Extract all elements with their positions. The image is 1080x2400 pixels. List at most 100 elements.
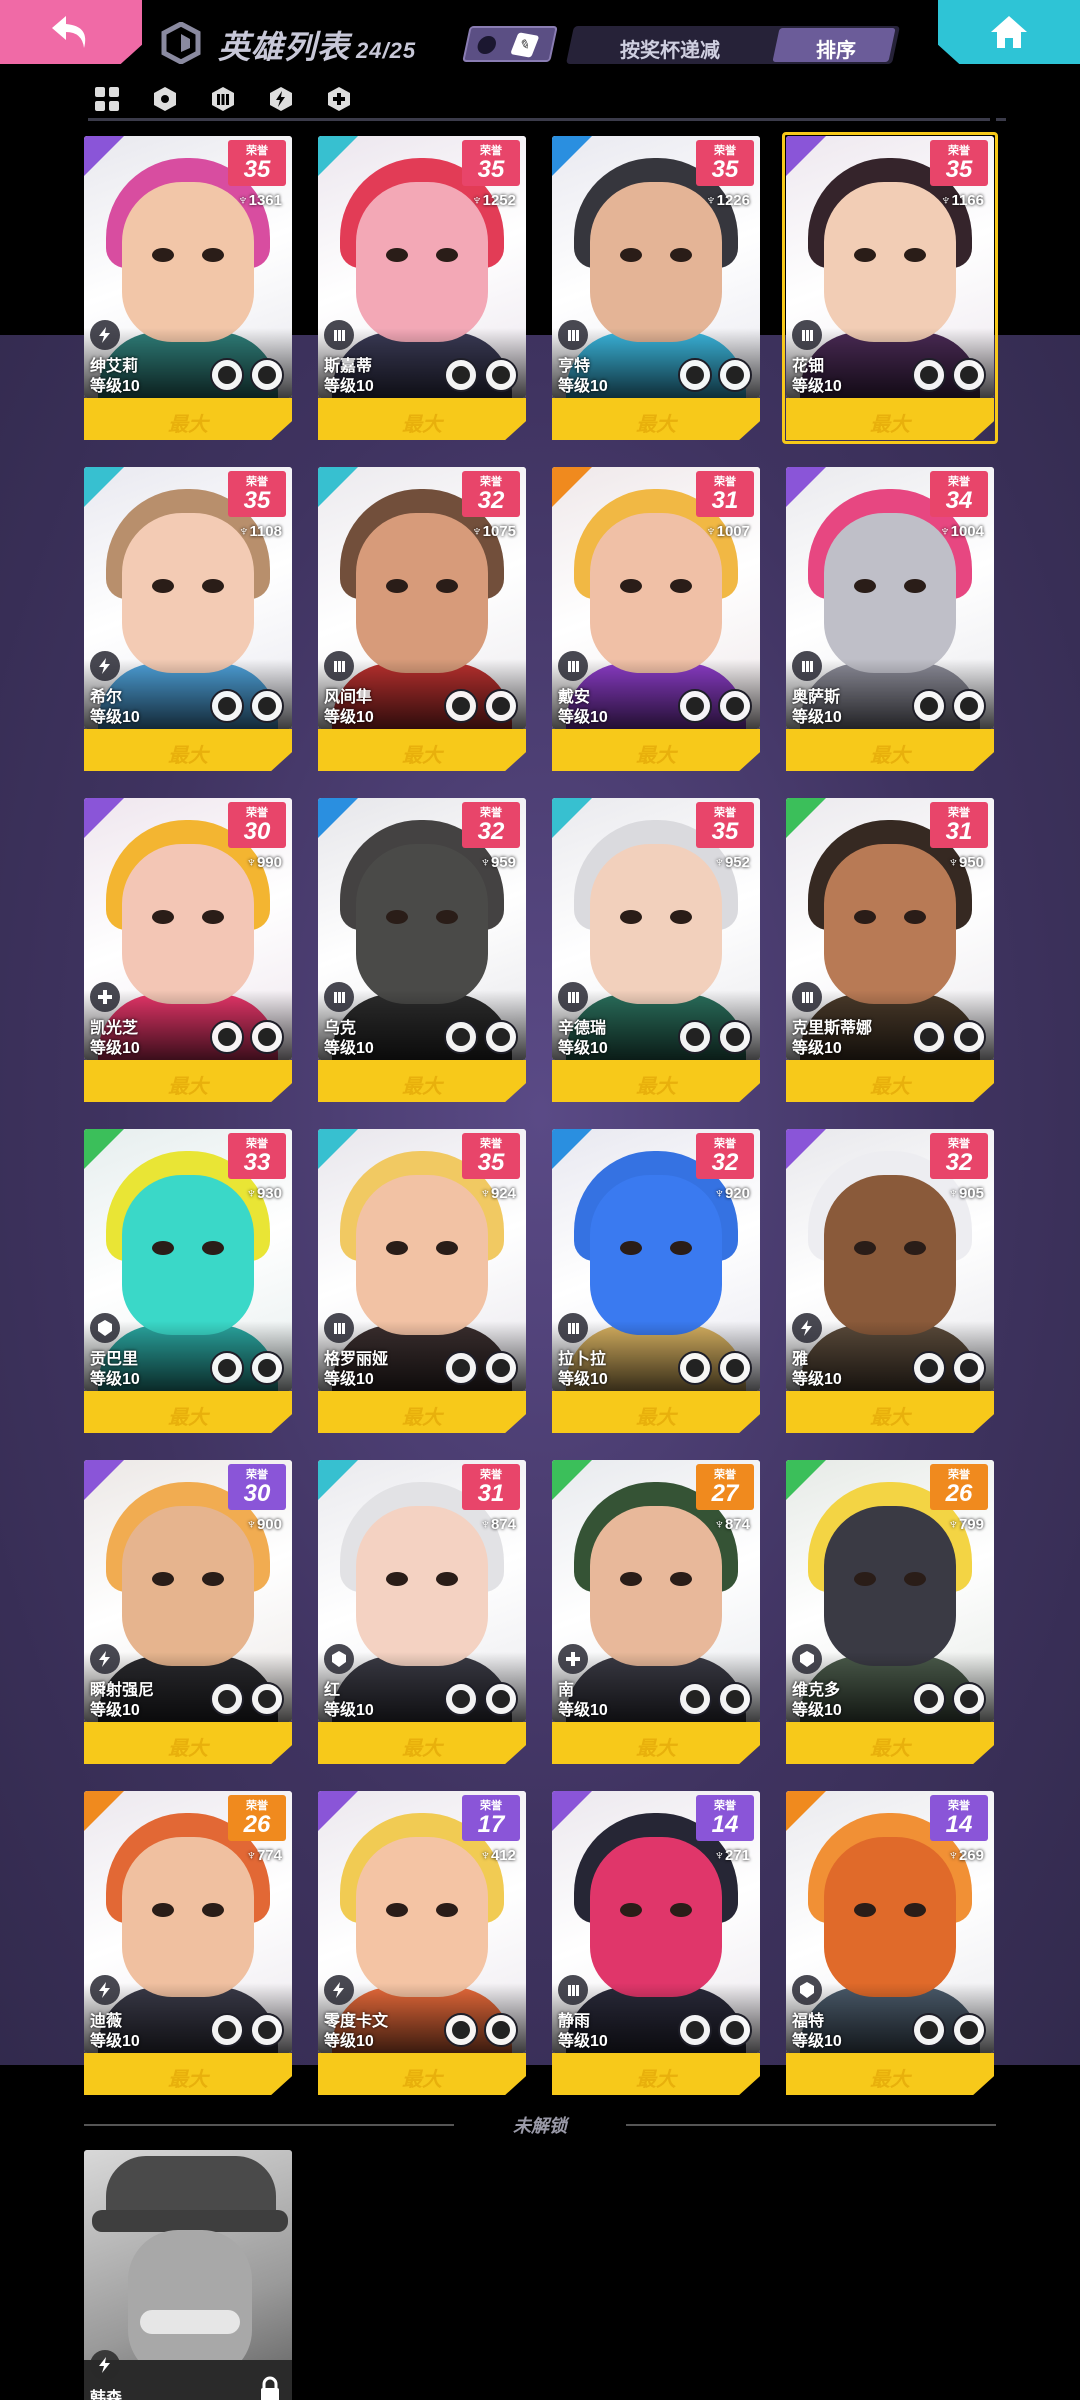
trophy-value: 930 [256,1185,282,1202]
hero-card[interactable]: 荣誉 35 ♆1361 绅艾莉 等级10 最大 [84,136,292,440]
home-button[interactable] [938,0,1080,64]
tab-defender[interactable] [146,80,184,118]
max-level-bar: 最大 [84,2053,292,2095]
hero-card[interactable]: 荣誉 35 ♆1226 亨特 等级10 最大 [552,136,760,440]
skill-icon [718,2013,752,2047]
bolt-icon [99,1651,110,1667]
trophy-count: ♆1004 [939,523,984,540]
max-level-label: 最大 [402,2069,442,2091]
lock-icon [261,2376,279,2400]
hero-class-icon [792,1975,822,2005]
bolt-icon [270,87,292,111]
hero-card[interactable]: 荣誉 32 ♆920 拉卜拉 等级10 最大 [552,1129,760,1433]
rank-badge: 荣誉 14 [696,1795,754,1841]
hero-card[interactable]: 荣誉 34 ♆1004 奥萨斯 等级10 最大 [786,467,994,771]
trophy-count: ♆1007 [705,523,750,540]
skill-icon [718,358,752,392]
hero-portrait: 荣誉 14 ♆271 静雨 等级10 [552,1791,760,2053]
hero-card[interactable]: 荣誉 31 ♆950 克里斯蒂娜 等级10 最大 [786,798,994,1102]
back-button[interactable] [0,0,142,64]
trophy-count: ♆905 [947,1185,984,1202]
hero-card[interactable]: 荣誉 35 ♆924 格罗丽娅 等级10 最大 [318,1129,526,1433]
hero-portrait: 荣誉 35 ♆1166 花钿 等级10 [786,136,994,398]
rank-value: 34 [945,487,973,514]
trophy-count: ♆952 [713,854,750,871]
hero-class-icon [90,651,120,681]
hero-card[interactable]: 荣誉 27 ♆874 南等级10 最大 [552,1460,760,1764]
trophy-value: 920 [724,1185,750,1202]
page-title: 英雄列表 24/25 [218,22,416,68]
rank-badge: 荣誉 32 [462,471,520,517]
locked-class-icon [90,2350,120,2380]
hero-card[interactable]: 荣誉 33 ♆930 贡巴里 等级10 最大 [84,1129,292,1433]
hero-card[interactable]: 荣誉 32 ♆1075 风间隼 等级10 最大 [318,467,526,771]
tab-damage[interactable] [262,80,300,118]
max-level-label: 最大 [402,1076,442,1098]
hero-card[interactable]: 荣誉 30 ♆990 凯光芝 等级10 最大 [84,798,292,1102]
skill-icon [210,1020,244,1054]
hero-card[interactable]: 荣誉 26 ♆799 维克多 等级10 最大 [786,1460,994,1764]
hero-card[interactable]: 荣誉 35 ♆952 辛德瑞 等级10 最大 [552,798,760,1102]
hero-card[interactable]: 荣誉 35 ♆1108 希尔 等级10 最大 [84,467,292,771]
trophy-value: 874 [490,1516,516,1533]
hero-class-icon [90,982,120,1012]
tab-support[interactable] [320,80,358,118]
hero-portrait: 荣誉 35 ♆1226 亨特 等级10 [552,136,760,398]
hero-card[interactable]: 荣誉 31 ♆1007 戴安 等级10 最大 [552,467,760,771]
hero-card[interactable]: 荣誉 14 ♆269 福特 等级10 最大 [786,1791,994,2095]
rank-badge: 荣誉 35 [696,802,754,848]
skill-icon [718,1682,752,1716]
locked-hero-card[interactable]: 韩森 [84,2150,292,2400]
tank-icon [802,330,813,341]
hero-level: 等级10 [558,709,608,726]
hero-card[interactable]: 荣誉 14 ♆271 静雨 等级10 最大 [552,1791,760,2095]
hero-card[interactable]: 荣誉 32 ♆959 乌克 等级10 最大 [318,798,526,1102]
rank-value: 26 [243,1811,271,1838]
skill-icon [952,2013,986,2047]
skill-icon [952,1351,986,1385]
rank-value: 32 [477,818,505,845]
hero-card[interactable]: 荣誉 30 ♆900 瞬射强尼 等级10 最大 [84,1460,292,1764]
hero-class-icon [792,651,822,681]
rank-value: 35 [477,1149,505,1176]
locked-section-label: 未解锁 [513,2116,567,2136]
rank-value: 35 [711,818,739,845]
max-level-label: 最大 [402,745,442,767]
trophy-count: ♆271 [713,1847,750,1864]
hero-card[interactable]: 荣誉 26 ♆774 迪薇 等级10 最大 [84,1791,292,2095]
rank-value: 35 [243,487,271,514]
max-level-bar: 最大 [786,2053,994,2095]
hero-class-icon [558,651,588,681]
max-level-label: 最大 [636,1076,676,1098]
hero-portrait: 荣誉 33 ♆930 贡巴里 等级10 [84,1129,292,1391]
hero-card[interactable]: 荣誉 35 ♆1252 斯嘉蒂 等级10 最大 [318,136,526,440]
hero-card[interactable]: 荣誉 35 ♆1166 花钿 等级10 最大 [782,132,998,444]
hero-class-icon [324,1975,354,2005]
home-icon [991,16,1027,48]
hero-card[interactable]: 荣誉 32 ♆905 雅等级10 最大 [786,1129,994,1433]
shield-icon [332,1651,346,1667]
card-view-toggle[interactable]: ✎ [462,26,558,62]
hero-card[interactable]: 荣誉 31 ♆874 红等级10 最大 [318,1460,526,1764]
tab-tank[interactable] [204,80,242,118]
trophy-value: 412 [490,1847,516,1864]
hero-portrait: 荣誉 30 ♆900 瞬射强尼 等级10 [84,1460,292,1722]
tank-icon [334,661,345,672]
max-level-bar: 最大 [786,1391,994,1433]
skill-icon [210,2013,244,2047]
hero-level: 等级10 [324,1371,374,1388]
tab-all[interactable] [88,80,126,118]
portrait-eyes [152,1241,224,1257]
trophy-value: 1252 [482,192,516,209]
hero-card[interactable]: 荣誉 17 ♆412 零度卡文 等级10 最大 [318,1791,526,2095]
portrait-eyes [386,1572,458,1588]
rank-value: 14 [945,1811,973,1838]
rank-value: 31 [945,818,973,845]
trophy-value: 1226 [716,192,750,209]
rank-badge: 荣誉 26 [228,1795,286,1841]
bolt-icon [801,1320,812,1336]
max-level-label: 最大 [870,414,910,436]
max-level-label: 最大 [402,414,442,436]
bolt-icon [99,2357,110,2373]
portrait-eyes [620,248,692,264]
